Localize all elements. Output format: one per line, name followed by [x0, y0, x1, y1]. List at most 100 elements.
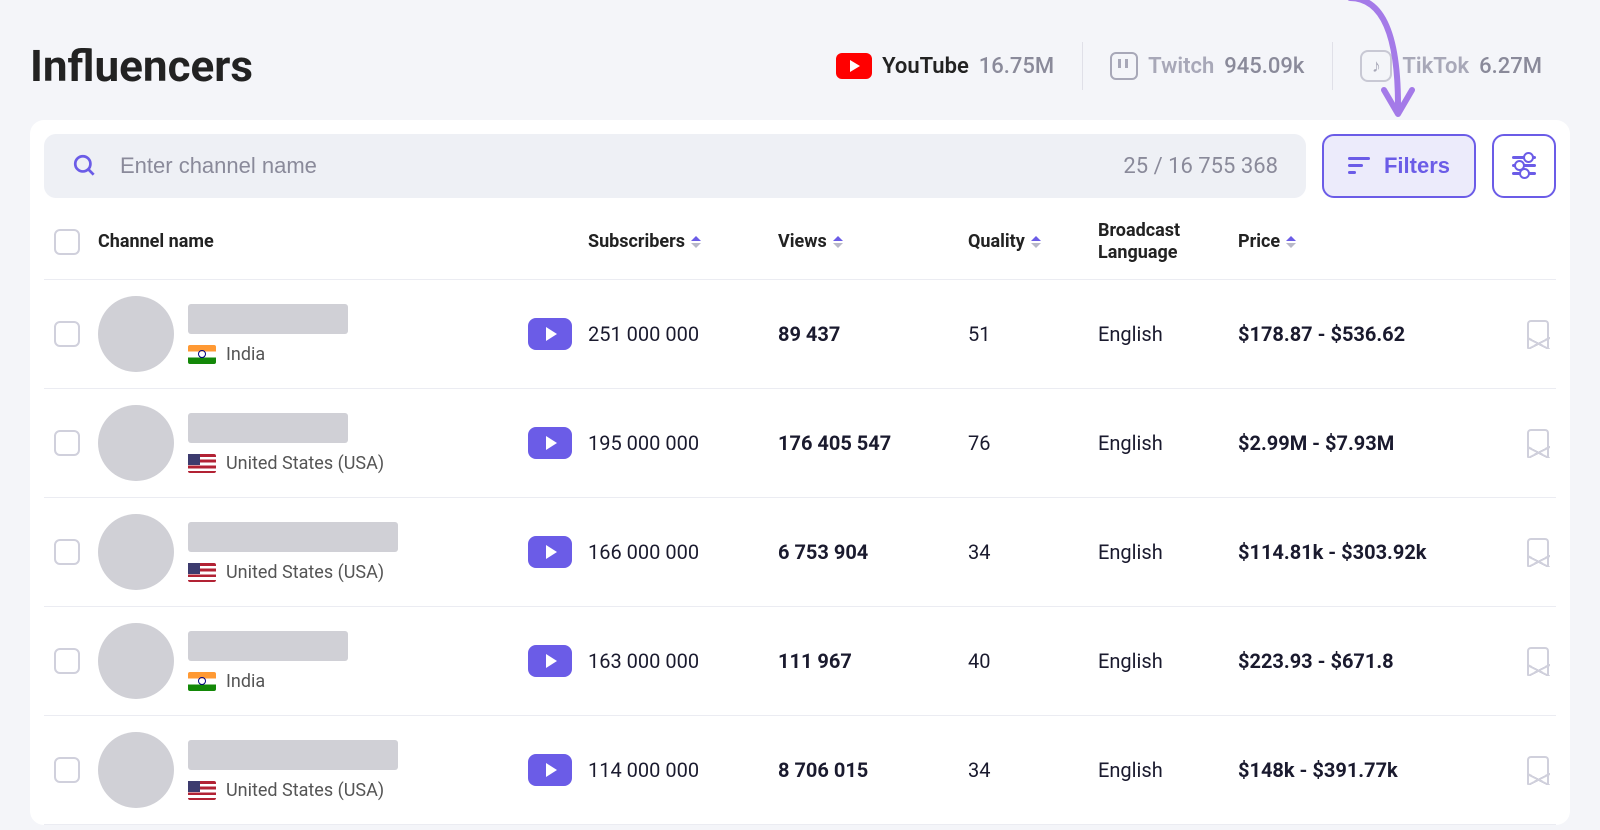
- channel-name-redacted: [188, 522, 398, 552]
- country-label: India: [226, 671, 265, 692]
- table-row: United States (USA) 195 000 000 176 405 …: [44, 389, 1556, 498]
- quality-value: 34: [968, 758, 1098, 782]
- country-label: India: [226, 344, 265, 365]
- platform-tab-twitch[interactable]: Twitch 945.09k: [1082, 52, 1332, 80]
- subscribers-value: 163 000 000: [588, 649, 778, 673]
- search-results-count: 25 / 16 755 368: [1123, 154, 1278, 179]
- views-value: 8 706 015: [778, 758, 968, 782]
- avatar: [98, 405, 174, 481]
- price-value: $223.93 - $671.8: [1238, 649, 1508, 673]
- avatar: [98, 623, 174, 699]
- channel-country: United States (USA): [188, 780, 398, 801]
- views-value: 176 405 547: [778, 431, 968, 455]
- sort-icon: [1286, 236, 1296, 248]
- select-all-checkbox[interactable]: [54, 229, 80, 255]
- platform-count: 16.75M: [979, 54, 1054, 79]
- table-row: United States (USA) 166 000 000 6 753 90…: [44, 498, 1556, 607]
- platform-tab-youtube[interactable]: YouTube 16.75M: [808, 53, 1082, 79]
- sliders-icon: [1512, 156, 1536, 176]
- table-header: Channel name Subscribers Views Quality B…: [44, 204, 1556, 280]
- search-icon: [72, 153, 98, 179]
- filters-button[interactable]: Filters: [1322, 134, 1476, 198]
- views-value: 89 437: [778, 322, 968, 346]
- youtube-badge-icon: [528, 536, 572, 568]
- price-value: $178.87 - $536.62: [1238, 322, 1508, 346]
- table-row: India 251 000 000 89 437 51 English $178…: [44, 280, 1556, 389]
- channel-name-redacted: [188, 631, 348, 661]
- bookmark-icon[interactable]: [1527, 429, 1549, 457]
- quality-value: 51: [968, 322, 1098, 346]
- views-value: 6 753 904: [778, 540, 968, 564]
- youtube-icon: [836, 53, 872, 79]
- column-subscribers[interactable]: Subscribers: [588, 231, 778, 252]
- youtube-badge-icon: [528, 754, 572, 786]
- column-price[interactable]: Price: [1238, 231, 1508, 252]
- platform-tab-tiktok[interactable]: ♪ TikTok 6.27M: [1332, 50, 1570, 82]
- influencers-table: Channel name Subscribers Views Quality B…: [44, 204, 1556, 825]
- country-label: United States (USA): [226, 780, 384, 801]
- column-quality[interactable]: Quality: [968, 231, 1098, 252]
- row-checkbox[interactable]: [54, 430, 80, 456]
- flag-icon: [188, 672, 216, 691]
- bookmark-icon[interactable]: [1527, 320, 1549, 348]
- flag-icon: [188, 345, 216, 364]
- language-value: English: [1098, 322, 1238, 346]
- table-row: India 163 000 000 111 967 40 English $22…: [44, 607, 1556, 716]
- channel-cell[interactable]: United States (USA): [98, 732, 528, 808]
- subscribers-value: 166 000 000: [588, 540, 778, 564]
- platform-label: YouTube: [882, 54, 969, 79]
- column-language[interactable]: Broadcast Language: [1098, 220, 1238, 263]
- row-checkbox[interactable]: [54, 757, 80, 783]
- bookmark-icon[interactable]: [1527, 647, 1549, 675]
- sort-icon: [691, 236, 701, 248]
- quality-value: 76: [968, 431, 1098, 455]
- channel-cell[interactable]: India: [98, 296, 528, 372]
- tiktok-icon: ♪: [1360, 50, 1392, 82]
- platform-count: 6.27M: [1479, 54, 1542, 79]
- platform-tabs: YouTube 16.75M Twitch 945.09k ♪ TikTok 6…: [808, 50, 1570, 82]
- platform-count: 945.09k: [1224, 54, 1304, 79]
- bookmark-icon[interactable]: [1527, 756, 1549, 784]
- row-checkbox[interactable]: [54, 321, 80, 347]
- subscribers-value: 251 000 000: [588, 322, 778, 346]
- page-title: Influencers: [30, 40, 253, 92]
- filters-label: Filters: [1384, 153, 1450, 179]
- flag-icon: [188, 563, 216, 582]
- quality-value: 40: [968, 649, 1098, 673]
- views-value: 111 967: [778, 649, 968, 673]
- search-container: 25 / 16 755 368: [44, 134, 1306, 198]
- channel-cell[interactable]: United States (USA): [98, 514, 528, 590]
- language-value: English: [1098, 540, 1238, 564]
- flag-icon: [188, 781, 216, 800]
- bookmark-icon[interactable]: [1527, 538, 1549, 566]
- row-checkbox[interactable]: [54, 539, 80, 565]
- price-value: $148k - $391.77k: [1238, 758, 1508, 782]
- table-row: United States (USA) 114 000 000 8 706 01…: [44, 716, 1556, 825]
- subscribers-value: 114 000 000: [588, 758, 778, 782]
- search-input[interactable]: [120, 153, 1101, 179]
- sort-icon: [833, 236, 843, 248]
- channel-country: United States (USA): [188, 453, 384, 474]
- channel-name-redacted: [188, 413, 348, 443]
- platform-label: TikTok: [1402, 54, 1469, 79]
- avatar: [98, 296, 174, 372]
- channel-cell[interactable]: India: [98, 623, 528, 699]
- avatar: [98, 514, 174, 590]
- channel-country: United States (USA): [188, 562, 398, 583]
- language-value: English: [1098, 758, 1238, 782]
- channel-name-redacted: [188, 304, 348, 334]
- row-checkbox[interactable]: [54, 648, 80, 674]
- country-label: United States (USA): [226, 453, 384, 474]
- sort-icon: [1031, 236, 1041, 248]
- filter-icon: [1348, 157, 1370, 175]
- column-views[interactable]: Views: [778, 231, 968, 252]
- avatar: [98, 732, 174, 808]
- youtube-badge-icon: [528, 645, 572, 677]
- channel-name-redacted: [188, 740, 398, 770]
- column-channel[interactable]: Channel name: [98, 231, 528, 252]
- channel-cell[interactable]: United States (USA): [98, 405, 528, 481]
- price-value: $2.99M - $7.93M: [1238, 431, 1508, 455]
- settings-button[interactable]: [1492, 134, 1556, 198]
- twitch-icon: [1110, 52, 1138, 80]
- language-value: English: [1098, 649, 1238, 673]
